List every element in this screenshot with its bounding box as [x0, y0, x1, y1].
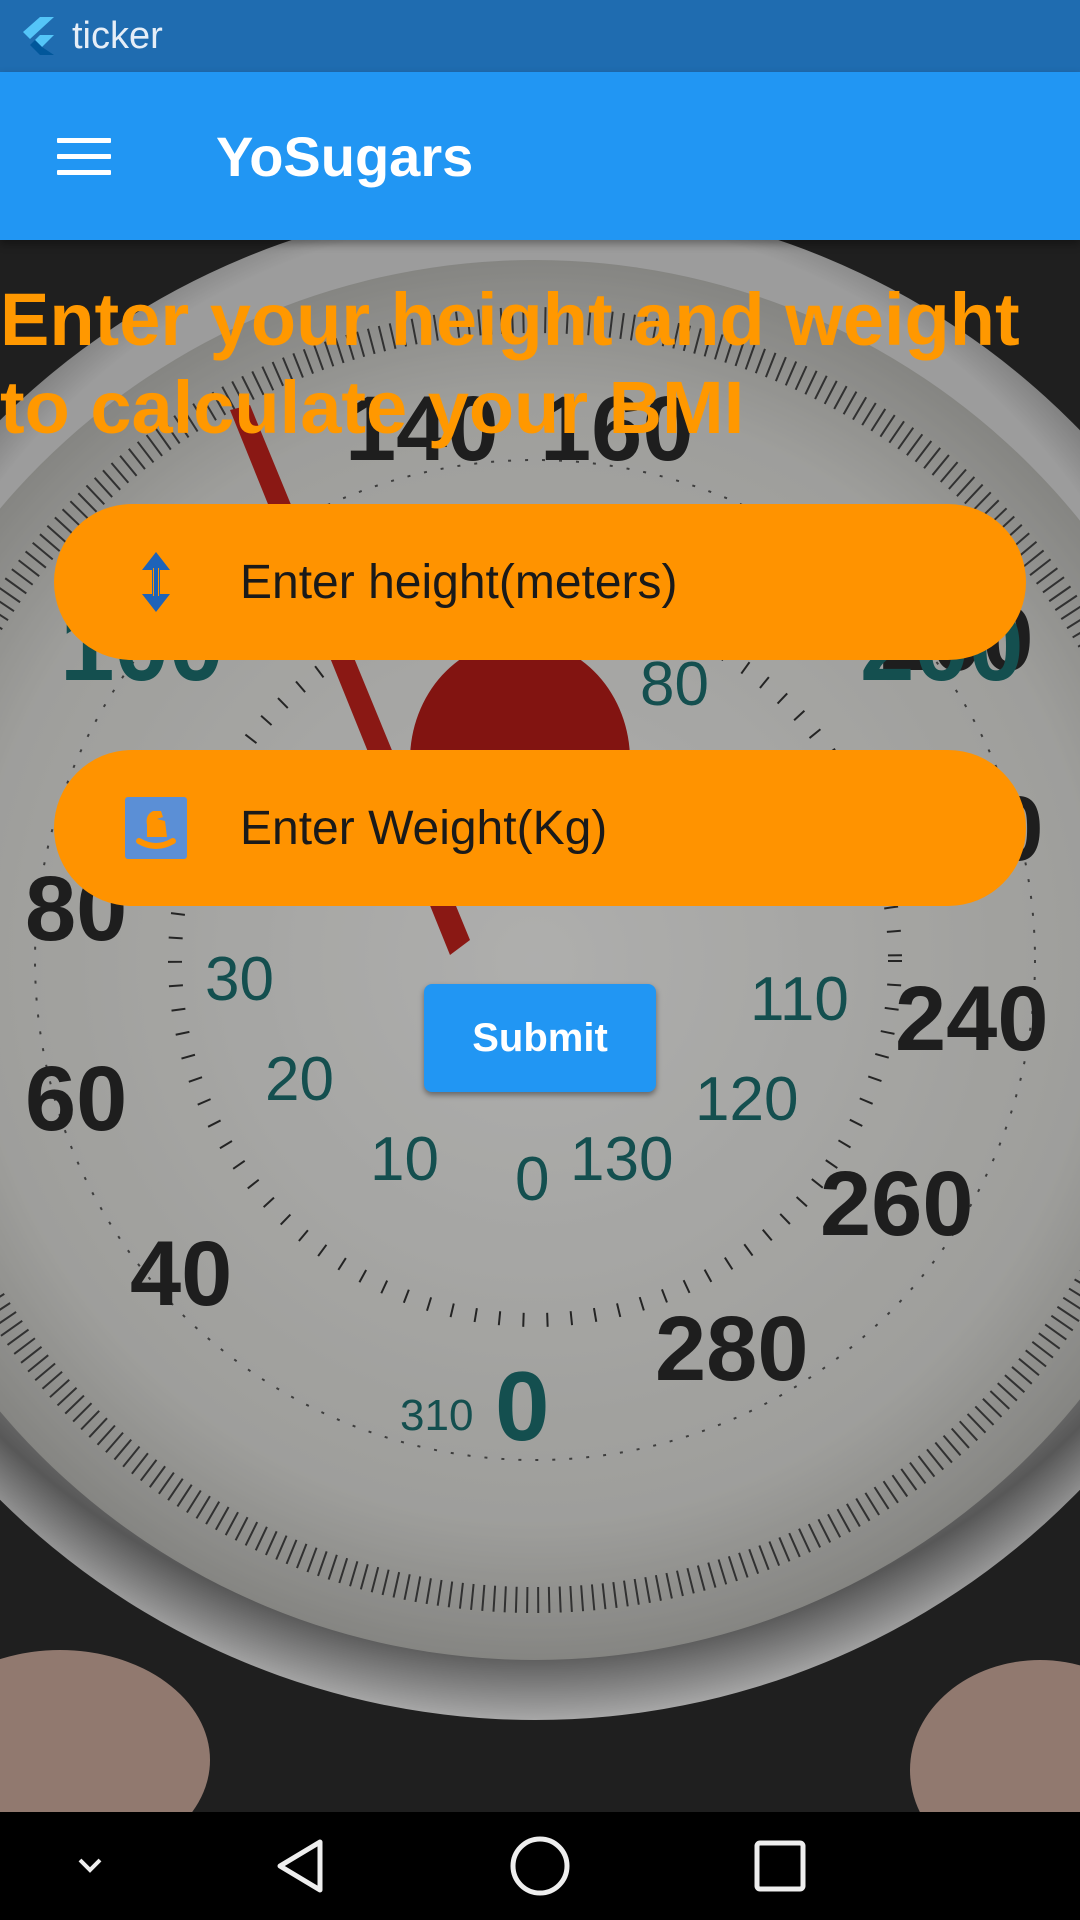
back-icon[interactable]	[264, 1830, 336, 1902]
rocking-horse-icon	[108, 780, 204, 876]
app-bar: YoSugars	[0, 72, 1080, 240]
height-field[interactable]	[54, 504, 1026, 660]
navigation-bar	[0, 1812, 1080, 1920]
submit-button[interactable]: Submit	[424, 984, 656, 1092]
window-titlebar: ticker	[0, 0, 1080, 72]
window-title: ticker	[72, 14, 163, 57]
height-input[interactable]	[240, 554, 940, 610]
flutter-logo-icon	[23, 17, 54, 55]
weight-field[interactable]	[54, 750, 1026, 906]
bmi-form-area: 140 160 200 220 240 260 280 80 60 40 100…	[0, 240, 1080, 1812]
app-title: YoSugars	[216, 124, 474, 188]
instruction-headline: Enter your height and weight to calculat…	[0, 278, 1020, 449]
vertical-arrows-icon	[108, 534, 204, 630]
hamburger-menu-icon[interactable]	[34, 106, 134, 206]
weight-input[interactable]	[240, 800, 940, 856]
home-icon[interactable]	[504, 1830, 576, 1902]
chevron-down-icon[interactable]	[54, 1830, 126, 1902]
recents-icon[interactable]	[744, 1830, 816, 1902]
